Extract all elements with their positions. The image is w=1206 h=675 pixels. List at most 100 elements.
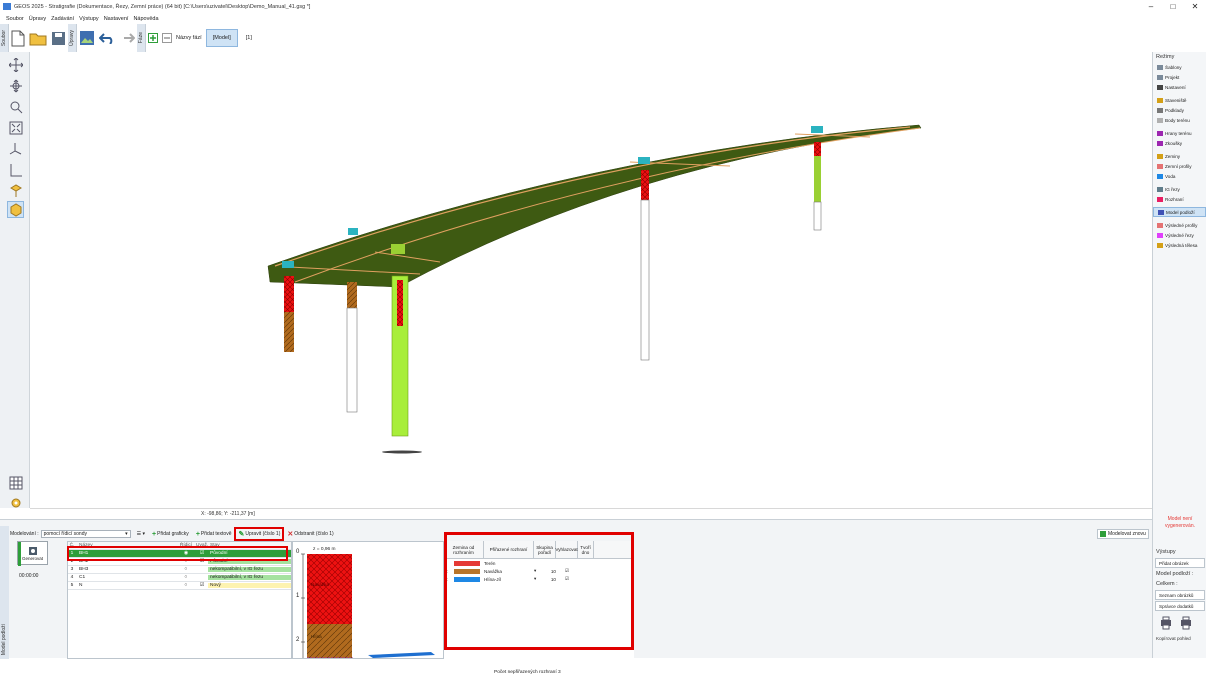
plan-view-icon[interactable] [7,161,24,178]
image-tool-icon[interactable] [79,27,95,49]
model-3d-render [267,124,922,454]
view-cube-icon[interactable] [7,182,24,199]
model-again-button[interactable]: Modelovat znovu [1097,529,1149,539]
remove-phase-icon[interactable] [162,27,172,49]
modelovani-select[interactable]: pomocí řídicí sondy ▾ [40,530,131,538]
redo-icon[interactable] [119,27,135,49]
unassigned-count: Počet nepřiřazených rozhraní 3 [494,670,561,675]
rotate-icon[interactable] [7,77,24,94]
mode-item-5[interactable]: Podklady [1153,105,1206,115]
probe-number: 4 [70,575,74,580]
mode-item-9[interactable]: Zeminy [1153,151,1206,161]
mode-item-17[interactable]: Výsledná tělesa [1153,240,1206,250]
tab-upravy[interactable]: Úpravy [68,24,77,52]
menu-upravy[interactable]: Úpravy [29,16,46,22]
tab-soubor[interactable]: Soubor [0,24,9,52]
mode-item-14[interactable]: Model podloží [1153,207,1206,217]
mode-item-12[interactable]: IG řezy [1153,184,1206,194]
mode-label: Nastavení [1165,84,1186,90]
list-view-toggle[interactable]: ☰ ▾ [135,529,147,539]
mode-label: Podklady [1165,107,1184,113]
cursor-coordinates: X: -98,86; Y: -211,37 [m] [201,511,255,517]
open-folder-icon[interactable] [29,27,47,49]
total-label: Celkem : [1156,581,1178,587]
elapsed-time: 00:00:00 [19,573,39,579]
menu-nastaveni[interactable]: Nastavení [104,16,129,22]
mode-icon [1157,107,1163,113]
menu-vystupy[interactable]: Výstupy [79,16,99,22]
new-file-icon[interactable] [11,27,25,49]
mode-item-16[interactable]: Výsledné řezy [1153,230,1206,240]
print-preview-icon[interactable] [1179,616,1193,630]
tab-faze[interactable]: Fáze [137,24,146,52]
remove-button[interactable]: ✕ Odstranit (číslo 1) [285,529,335,539]
menu-napoveda[interactable]: Nápověda [133,16,158,22]
generate-button[interactable]: Generovat [17,541,48,566]
bottom-panel: Model podloží Modelování : pomocí řídicí… [0,519,1152,675]
mode-icon [1157,140,1163,146]
3d-viewport[interactable] [30,52,1152,507]
picture-list-button[interactable]: Seznam obrázků [1155,590,1205,600]
layer-label-navazka: Navážka [311,582,329,587]
tick-2: 2 [296,637,300,643]
mode-item-11[interactable]: Voda [1153,171,1206,181]
mode-label: Zkoušky [1165,140,1183,146]
mode-item-1[interactable]: Šablony [1153,62,1206,72]
mode-label: Výsledné řezy [1165,232,1194,238]
zoom-icon[interactable] [7,98,24,115]
probe-row[interactable]: 5 N ○ ☑ Nový [68,582,291,590]
considered-checkbox[interactable]: ☑ [196,583,208,588]
add-picture-button[interactable]: Přidat obrázek [1155,558,1205,568]
menu-zadavani[interactable]: Zadávání [51,16,74,22]
control-radio[interactable]: ○ [176,567,196,572]
zoom-extents-icon[interactable] [7,119,24,136]
mode-item-6[interactable]: Body terénu [1153,115,1206,125]
tab-model-podlozi[interactable]: Model podloží [0,526,9,659]
edit-button[interactable]: ✎ Upravit (číslo 1) [234,527,285,541]
model-button[interactable]: [Model] [205,29,238,47]
add-phase-icon[interactable] [148,27,158,49]
print-icon[interactable] [1159,616,1173,630]
app-icon [3,3,11,10]
phase-number[interactable]: [1] [246,35,252,41]
mode-item-3[interactable]: Nastavení [1153,82,1206,92]
probe-name: BH3 [79,567,89,572]
mode-label: Zemní profily [1165,163,1192,169]
menu-soubor[interactable]: Soubor [6,16,24,22]
selected-probe-highlight [67,546,288,561]
add-graphic-button[interactable]: + Přidat graficky [150,529,191,539]
appendix-manager-button[interactable]: Správce dodatků [1155,601,1205,611]
control-radio[interactable]: ○ [176,583,196,588]
probe-row[interactable]: 4 C1 ○ nekompatibilní, v IG řezu [68,574,291,582]
undo-icon[interactable] [99,27,115,49]
interface-table-highlight [444,532,634,650]
mode-item-7[interactable]: Hrany terénu [1153,128,1206,138]
move-icon[interactable] [7,56,24,73]
mode-item-10[interactable]: Zemní profily [1153,161,1206,171]
mode-item-8[interactable]: Zkoušky [1153,138,1206,148]
close-button[interactable]: ✕ [1184,0,1206,13]
mode-label: Staveniště [1165,97,1187,103]
mode-label: Výsledná tělesa [1165,242,1198,248]
title-bar: GEOS 2025 - Stratigrafie (Dokumentace, Ř… [0,0,1206,13]
mode-item-2[interactable]: Projekt [1153,72,1206,82]
minimize-button[interactable]: – [1140,0,1162,13]
maximize-button[interactable]: □ [1162,0,1184,13]
mode-item-4[interactable]: Staveniště [1153,95,1206,105]
generate-status-bar [18,542,21,566]
phase-names-button[interactable]: Názvy fází [176,35,202,41]
tick-1: 1 [296,593,300,599]
plus-icon: + [152,530,157,538]
mode-item-15[interactable]: Výsledné profily [1153,220,1206,230]
control-radio[interactable]: ○ [176,575,196,580]
probe-row[interactable]: 3 BH3 ○ nekompatibilní, v IG řezu [68,566,291,574]
copy-view-button[interactable]: Kopírovat pohled [1153,634,1206,643]
add-text-button[interactable]: + Přidat textově [194,529,234,539]
save-icon[interactable] [51,27,66,49]
mode-item-13[interactable]: Rozhraní [1153,194,1206,204]
profile-z: z = 0,96 m [313,547,336,552]
table-icon[interactable] [7,474,24,491]
settings-gear-icon[interactable] [7,494,24,511]
axis-view-icon[interactable] [7,140,24,157]
3d-view-icon[interactable] [7,201,24,218]
